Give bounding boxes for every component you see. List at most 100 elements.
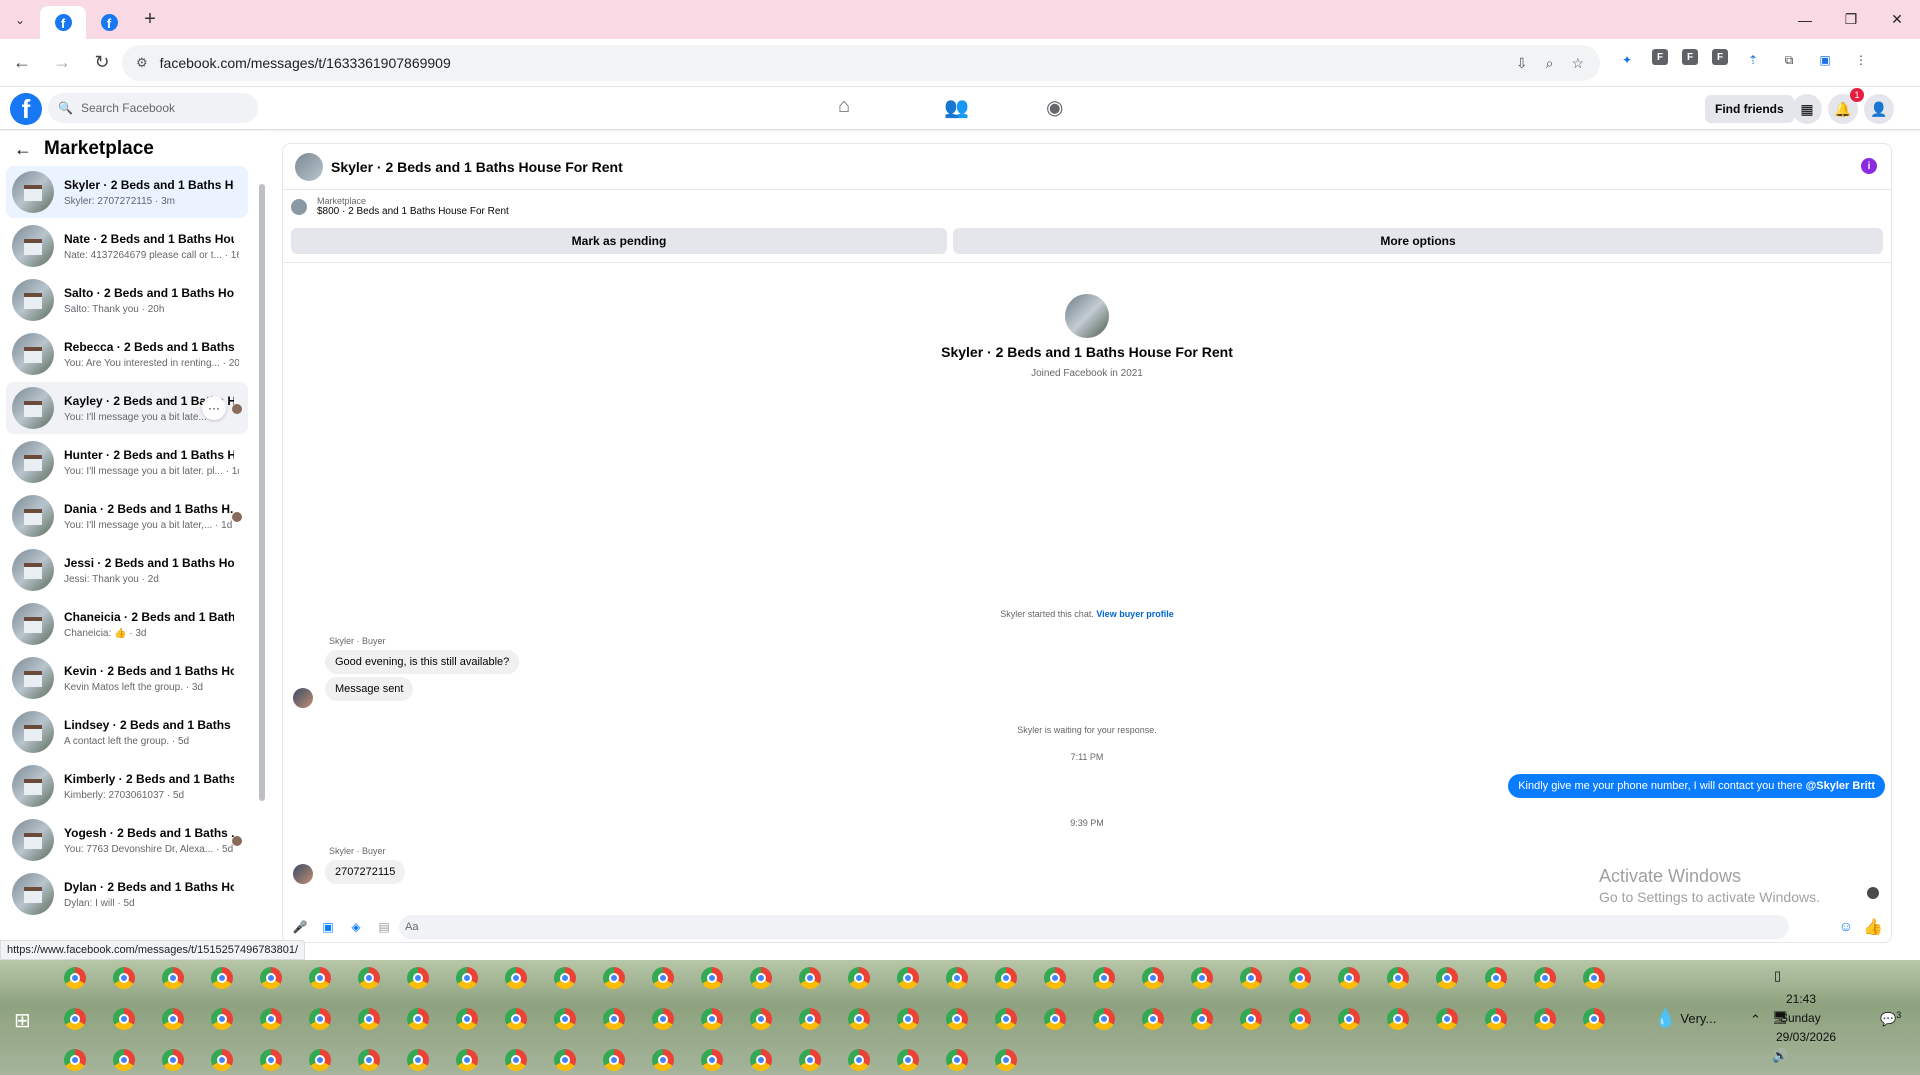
taskbar-chrome-window[interactable]: [1432, 963, 1462, 993]
minimize-icon[interactable]: —: [1782, 0, 1828, 39]
taskbar-chrome-window[interactable]: [1089, 963, 1119, 993]
conversation-item[interactable]: Kevin · 2 Beds and 1 Baths Hous... Kevin …: [6, 652, 248, 704]
tab-facebook[interactable]: f: [86, 6, 132, 39]
taskbar-chrome-window[interactable]: [60, 1045, 90, 1075]
restore-icon[interactable]: ❐: [1828, 0, 1874, 39]
taskbar-chrome-window[interactable]: [991, 1045, 1021, 1075]
taskbar-chrome-window[interactable]: [795, 963, 825, 993]
taskbar-chrome-window[interactable]: [60, 963, 90, 993]
display-icon[interactable]: ▯: [1774, 968, 1781, 984]
taskbar-chrome-window[interactable]: [599, 963, 629, 993]
taskbar-chrome-window[interactable]: [109, 963, 139, 993]
find-friends-button[interactable]: Find friends: [1705, 95, 1794, 123]
taskbar-chrome-window[interactable]: [1530, 963, 1560, 993]
conversation-item[interactable]: Kimberly · 2 Beds and 1 Baths H... Kimber…: [6, 760, 248, 812]
taskbar-chrome-window[interactable]: [207, 963, 237, 993]
taskbar-chrome-window[interactable]: [648, 963, 678, 993]
conversation-item[interactable]: Jessi · 2 Beds and 1 Baths Hous... Jessi:…: [6, 544, 248, 596]
zoom-icon[interactable]: ⌕: [1546, 55, 1554, 72]
close-icon[interactable]: ✕: [1874, 0, 1920, 39]
taskbar-chrome-window[interactable]: [158, 963, 188, 993]
chevron-up-icon[interactable]: ⌃: [1750, 1012, 1761, 1028]
info-icon[interactable]: i: [1861, 158, 1877, 174]
taskbar-chrome-window[interactable]: [893, 1004, 923, 1034]
taskbar-chrome-window[interactable]: [1187, 1004, 1217, 1034]
taskbar-chrome-window[interactable]: [1334, 963, 1364, 993]
conversation-item[interactable]: Kayley · 2 Beds and 1 Baths H... You: I'l…: [6, 382, 248, 434]
message-bubble-outgoing[interactable]: Kindly give me your phone number, I will…: [1508, 774, 1885, 798]
taskbar-chrome-window[interactable]: [746, 1045, 776, 1075]
message-bubble-incoming[interactable]: Good evening, is this still available?: [325, 650, 520, 674]
tab-facebook-active[interactable]: f: [40, 6, 86, 39]
taskbar-chrome-window[interactable]: [550, 1004, 580, 1034]
taskbar-chrome-window[interactable]: [1579, 1004, 1609, 1034]
taskbar-chrome-window[interactable]: [1138, 1004, 1168, 1034]
extension-f-icon[interactable]: F: [1682, 49, 1698, 65]
taskbar-chrome-window[interactable]: [648, 1004, 678, 1034]
taskbar-chrome-window[interactable]: [942, 1004, 972, 1034]
extension-puzzle-icon[interactable]: ✦: [1616, 49, 1638, 71]
extension-f-icon[interactable]: F: [1652, 49, 1668, 65]
taskbar-chrome-window[interactable]: [1383, 1004, 1413, 1034]
forward-button[interactable]: →: [44, 45, 80, 81]
chat-avatar[interactable]: [295, 152, 323, 181]
more-options-icon[interactable]: ···: [202, 396, 226, 420]
chat-title[interactable]: Skyler · 2 Beds and 1 Baths House For Re…: [331, 159, 623, 175]
taskbar-chrome-window[interactable]: [256, 963, 286, 993]
taskbar-chrome-window[interactable]: [501, 963, 531, 993]
taskbar-chrome-window[interactable]: [795, 1004, 825, 1034]
more-menu-icon[interactable]: ⋮: [1850, 49, 1872, 71]
taskbar-chrome-window[interactable]: [746, 963, 776, 993]
conversation-item[interactable]: Nate · 2 Beds and 1 Baths Hous... Nate: 4…: [6, 220, 248, 272]
taskbar-chrome-window[interactable]: [844, 963, 874, 993]
taskbar-chrome-window[interactable]: [403, 1045, 433, 1075]
taskbar-chrome-window[interactable]: [942, 963, 972, 993]
profile-avatar[interactable]: [1065, 294, 1109, 338]
taskbar-chrome-window[interactable]: [1089, 1004, 1119, 1034]
taskbar-chrome-window[interactable]: [1285, 1004, 1315, 1034]
taskbar-chrome-window[interactable]: [305, 1004, 335, 1034]
facebook-search-input[interactable]: 🔍 Search Facebook: [48, 93, 258, 123]
new-tab-button[interactable]: +: [132, 0, 168, 39]
taskbar-chrome-window[interactable]: [844, 1045, 874, 1075]
weather-widget[interactable]: 💧 Very...: [1654, 1008, 1716, 1029]
address-bar[interactable]: ⚙ facebook.com/messages/t/16333619078699…: [122, 45, 1600, 81]
photo-icon[interactable]: ▣: [317, 916, 339, 938]
taskbar-chrome-window[interactable]: [1040, 963, 1070, 993]
mention[interactable]: @Skyler Britt: [1806, 780, 1875, 792]
taskbar-chrome-window[interactable]: [1481, 1004, 1511, 1034]
taskbar-chrome-window[interactable]: [403, 1004, 433, 1034]
taskbar-chrome-window[interactable]: [452, 1004, 482, 1034]
taskbar-chrome-window[interactable]: [354, 1004, 384, 1034]
taskbar-chrome-window[interactable]: [403, 963, 433, 993]
taskbar-chrome-window[interactable]: [1383, 963, 1413, 993]
taskbar-chrome-window[interactable]: [305, 1045, 335, 1075]
taskbar-chrome-window[interactable]: [452, 963, 482, 993]
mark-pending-button[interactable]: Mark as pending: [291, 228, 947, 254]
gif-icon[interactable]: ▤: [373, 916, 395, 938]
taskbar-chrome-window[interactable]: [893, 963, 923, 993]
reload-button[interactable]: ↻: [84, 45, 120, 81]
taskbar-chrome-window[interactable]: [207, 1045, 237, 1075]
sidebar-scrollbar[interactable]: [259, 184, 265, 801]
taskbar-chrome-window[interactable]: [1530, 1004, 1560, 1034]
more-options-button[interactable]: More options: [953, 228, 1883, 254]
extensions-menu-icon[interactable]: ⧉: [1778, 49, 1800, 71]
taskbar-chrome-window[interactable]: [746, 1004, 776, 1034]
taskbar-chrome-window[interactable]: [501, 1045, 531, 1075]
taskbar-chrome-window[interactable]: [697, 963, 727, 993]
friends-icon[interactable]: 👥: [944, 95, 969, 120]
thumbs-up-icon[interactable]: 👍: [1863, 917, 1883, 937]
back-button[interactable]: ←: [4, 45, 40, 81]
message-bubble-incoming[interactable]: Message sent: [325, 677, 414, 701]
bookmark-star-icon[interactable]: ☆: [1571, 55, 1584, 72]
taskbar-chrome-window[interactable]: [795, 1045, 825, 1075]
taskbar-chrome-window[interactable]: [305, 963, 335, 993]
back-arrow-icon[interactable]: ←: [14, 139, 32, 160]
groups-icon[interactable]: ◉: [1046, 95, 1063, 120]
taskbar-chrome-window[interactable]: [354, 1045, 384, 1075]
taskbar-chrome-window[interactable]: [1236, 963, 1266, 993]
taskbar-chrome-window[interactable]: [109, 1045, 139, 1075]
taskbar-chrome-window[interactable]: [893, 1045, 923, 1075]
taskbar-chrome-window[interactable]: [109, 1004, 139, 1034]
